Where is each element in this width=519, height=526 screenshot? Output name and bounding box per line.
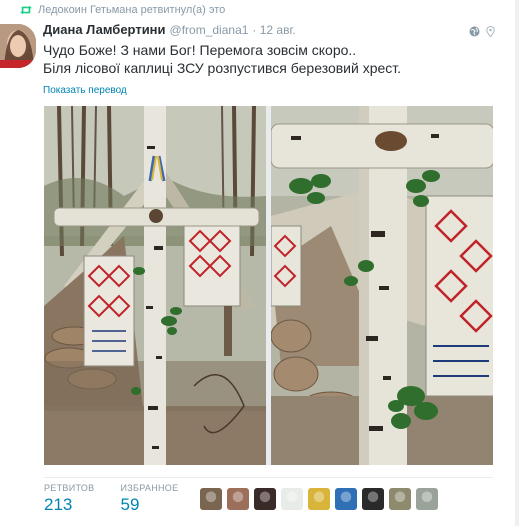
tweet-meta-icons: [469, 24, 496, 38]
retweets-count[interactable]: 213: [44, 495, 94, 515]
liker-avatar[interactable]: [335, 488, 357, 510]
author-name[interactable]: Диана Ламбертини: [43, 22, 166, 37]
tweet-date[interactable]: · 12 авг.: [252, 23, 295, 37]
tweet-text-line-1: Чудо Боже! З нами Бог! Перемога зовсім с…: [43, 42, 357, 58]
retweet-context: Ледокоин Гетьмана ретвитнул(а) это: [20, 3, 225, 17]
favorites-stat[interactable]: ИЗБРАННОЕ 59: [120, 483, 178, 515]
retweet-context-text[interactable]: Ледокоин Гетьмана ретвитнул(а) это: [38, 4, 225, 16]
retweet-icon: [20, 5, 32, 15]
author-avatar[interactable]: [0, 24, 36, 68]
liker-avatar[interactable]: [389, 488, 411, 510]
liker-avatar[interactable]: [416, 488, 438, 510]
tweet-text-line-2: Біля лісової каплиці ЗСУ розпустився бер…: [43, 60, 402, 76]
stats-divider: [44, 477, 493, 478]
scrollbar-track[interactable]: [515, 0, 519, 526]
retweets-stat[interactable]: РЕТВИТОВ 213: [44, 483, 94, 515]
liker-avatar[interactable]: [281, 488, 303, 510]
location-pin-icon[interactable]: [485, 24, 496, 38]
favorites-count[interactable]: 59: [120, 495, 178, 515]
author-handle[interactable]: @from_diana1: [170, 23, 249, 37]
liker-avatar[interactable]: [308, 488, 330, 510]
globe-icon[interactable]: [469, 24, 480, 37]
liker-avatar[interactable]: [362, 488, 384, 510]
liker-avatar[interactable]: [227, 488, 249, 510]
liker-avatar[interactable]: [200, 488, 222, 510]
tweet-photo-2[interactable]: [270, 106, 493, 465]
favorites-label: ИЗБРАННОЕ: [120, 483, 179, 493]
favorited-by-avatars: [200, 488, 438, 510]
retweets-label: РЕТВИТОВ: [44, 483, 95, 493]
tweet-stats: РЕТВИТОВ 213 ИЗБРАННОЕ 59: [44, 483, 178, 515]
show-translation-link[interactable]: Показать перевод: [43, 85, 127, 96]
tweet-text: Чудо Боже! З нами Бог! Перемога зовсім с…: [43, 41, 503, 77]
tweet-media[interactable]: [44, 106, 493, 465]
tweet-header: Диана Ламбертини @from_diana1 · 12 авг.: [43, 22, 296, 37]
liker-avatar[interactable]: [254, 488, 276, 510]
tweet-photo-1[interactable]: [44, 106, 267, 465]
